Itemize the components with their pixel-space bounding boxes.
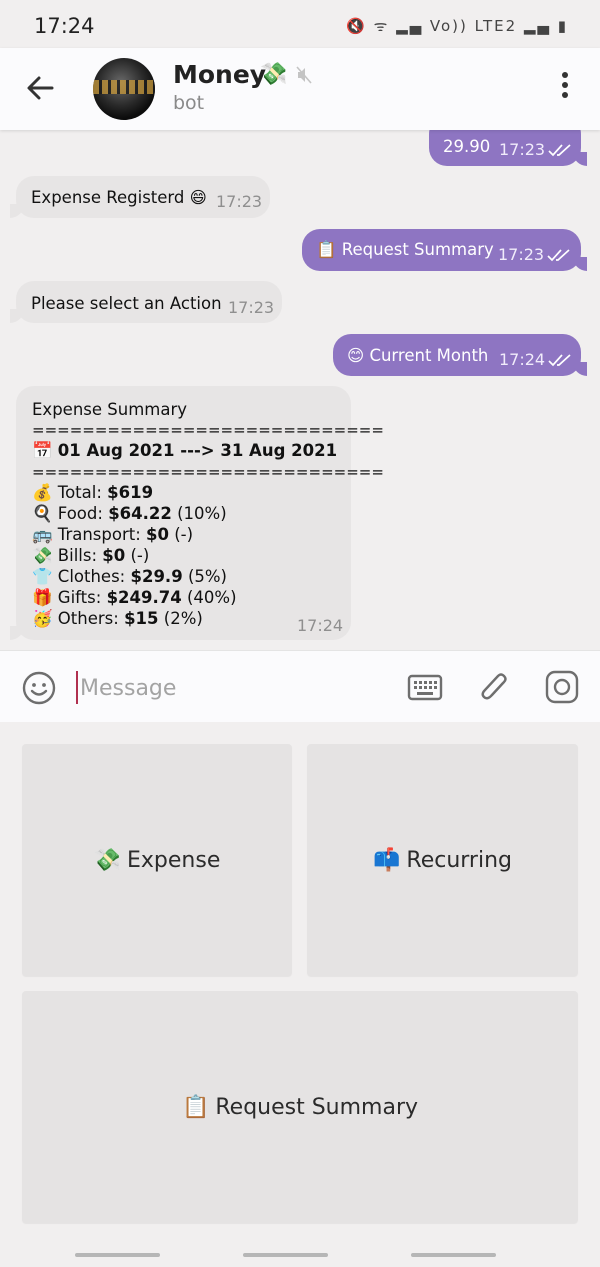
- request-summary-button-label: Request Summary: [215, 1094, 419, 1120]
- item-label: Transport:: [57, 525, 141, 544]
- summary-item: 💰 Total: $619: [32, 483, 153, 503]
- message-text: 📋 Request Summary: [316, 240, 494, 259]
- item-value: $249.74: [106, 588, 182, 607]
- recurring-button-label: Recurring: [406, 847, 512, 873]
- item-value: $0: [146, 525, 169, 544]
- summary-item: 🚌 Transport: $0 (-): [32, 525, 193, 545]
- double-check-icon: [548, 354, 571, 367]
- summary-item: 🍳 Food: $64.22 (10%): [32, 504, 227, 524]
- money-wings-icon: 💸: [32, 546, 53, 565]
- nav-indicator-left[interactable]: [75, 1253, 160, 1257]
- item-value: $0: [102, 546, 126, 565]
- item-label: Others:: [57, 609, 119, 628]
- camera-icon: [545, 670, 579, 704]
- item-value: $64.22: [108, 504, 172, 523]
- money-wings-icon: 💸: [93, 847, 122, 873]
- shirt-icon: 👕: [32, 567, 53, 586]
- summary-title: Expense Summary: [32, 400, 188, 419]
- money-icon: 💸: [260, 62, 288, 87]
- status-bar: 17:24 🔇 ᯤ ▂▄ Vo)) LTE2 ▂▄ ▮: [0, 0, 600, 48]
- more-options-icon[interactable]: [556, 72, 574, 106]
- message-time: 17:23: [228, 298, 275, 317]
- item-value: $29.9: [130, 567, 183, 586]
- double-check-icon: [548, 144, 571, 157]
- item-label: Bills:: [57, 546, 98, 565]
- smiley-icon: [22, 671, 56, 705]
- back-button[interactable]: [22, 70, 58, 106]
- paperclip-icon: [481, 673, 507, 700]
- attach-button[interactable]: [478, 669, 512, 705]
- expense-summary-message[interactable]: Expense Summary ========================…: [10, 386, 384, 640]
- summary-item: 🎁 Gifts: $249.74 (40%): [32, 588, 237, 608]
- item-label: Clothes:: [57, 567, 126, 586]
- camera-button[interactable]: [545, 670, 579, 704]
- item-percent: (40%): [186, 588, 237, 607]
- calendar-icon: 📅: [32, 441, 53, 460]
- double-check-icon: [547, 249, 570, 262]
- chat-header: Money 💸 bot: [0, 48, 600, 130]
- message-bubble-outgoing[interactable]: 29.90 17:23: [429, 130, 587, 166]
- message-time: 17:24: [499, 350, 546, 369]
- message-time: 17:23: [498, 245, 545, 264]
- gift-icon: 🎁: [32, 588, 53, 607]
- item-label: Food:: [57, 504, 103, 523]
- item-value: $15: [124, 609, 159, 628]
- money-bag-icon: 💰: [32, 483, 53, 502]
- summary-date-range: 01 Aug 2021 ---> 31 Aug 2021: [57, 441, 338, 460]
- item-percent: (10%): [177, 504, 227, 523]
- keyboard-icon: [407, 674, 443, 701]
- emoji-button[interactable]: [22, 671, 56, 705]
- message-text: Expense Registerd 😄: [31, 188, 207, 207]
- message-text: Please select an Action: [31, 294, 222, 313]
- message-input-bar: [0, 650, 600, 723]
- arrow-left-icon: [27, 76, 54, 100]
- message-bubble-incoming[interactable]: Expense Registerd 😄 17:23: [10, 176, 270, 218]
- expense-button[interactable]: 💸 Expense: [22, 744, 292, 976]
- clipboard-icon: 📋: [181, 1094, 210, 1120]
- recurring-button[interactable]: 📫 Recurring: [307, 744, 578, 976]
- expense-button-label: Expense: [127, 847, 221, 873]
- text-cursor: [76, 671, 78, 704]
- item-percent: (-): [174, 525, 194, 544]
- summary-item: 👕 Clothes: $29.9 (5%): [32, 567, 227, 587]
- summary-separator: ============================: [32, 463, 384, 481]
- summary-item: 💸 Bills: $0 (-): [32, 546, 149, 566]
- item-percent: (5%): [187, 567, 227, 586]
- message-bubble-incoming[interactable]: Please select an Action 17:23: [10, 281, 282, 323]
- message-time: 17:23: [216, 192, 263, 211]
- item-label: Gifts:: [57, 588, 102, 607]
- summary-separator: ============================: [32, 421, 384, 439]
- chat-area: 29.90 17:23 Expense Registerd 😄 17:23 📋 …: [0, 130, 600, 650]
- item-percent: (-): [130, 546, 150, 565]
- message-text: 29.90: [443, 137, 491, 156]
- chat-subtitle: bot: [173, 92, 205, 114]
- item-percent: (2%): [163, 609, 203, 628]
- message-time: 17:24: [297, 616, 344, 635]
- status-time: 17:24: [34, 14, 95, 38]
- message-text: 😊 Current Month: [347, 346, 489, 365]
- party-face-icon: 🥳: [32, 609, 53, 628]
- bus-icon: 🚌: [32, 525, 53, 544]
- nav-indicator-center[interactable]: [243, 1253, 328, 1257]
- request-summary-button[interactable]: 📋 Request Summary: [22, 991, 578, 1223]
- item-label: Total:: [57, 483, 102, 502]
- message-bubble-outgoing[interactable]: 📋 Request Summary 17:23: [302, 229, 587, 271]
- mailbox-icon: 📫: [372, 847, 401, 873]
- item-value: $619: [107, 483, 154, 502]
- message-bubble-outgoing[interactable]: 😊 Current Month 17:24: [333, 334, 587, 376]
- food-icon: 🍳: [32, 504, 53, 523]
- nav-indicator-right[interactable]: [411, 1253, 496, 1257]
- status-icons: 🔇 ᯤ ▂▄ Vo)) LTE2 ▂▄ ▮: [346, 17, 568, 35]
- bot-reply-keyboard: 💸 Expense 📫 Recurring 📋 Request Summary: [0, 722, 600, 1267]
- bot-keyboard-toggle[interactable]: [407, 673, 443, 703]
- avatar[interactable]: [93, 58, 155, 120]
- summary-date-range-row: 📅 01 Aug 2021 ---> 31 Aug 2021: [32, 441, 337, 461]
- message-input[interactable]: [80, 673, 360, 703]
- summary-item: 🥳 Others: $15 (2%): [32, 609, 203, 629]
- message-time: 17:23: [499, 140, 546, 159]
- mute-icon: [296, 66, 312, 88]
- chat-title[interactable]: Money: [173, 60, 266, 89]
